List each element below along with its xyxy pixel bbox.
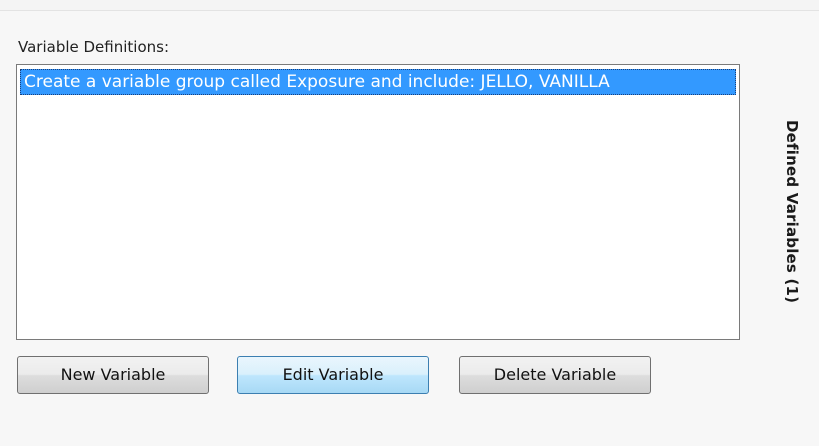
delete-variable-button[interactable]: Delete Variable xyxy=(459,356,651,394)
variable-definitions-listbox[interactable]: Create a variable group called Exposure … xyxy=(16,64,740,340)
defined-variables-tab[interactable]: Defined Variables (1) xyxy=(770,100,819,340)
new-variable-button[interactable]: New Variable xyxy=(17,356,209,394)
top-edge-strip xyxy=(0,0,819,11)
variable-definitions-label: Variable Definitions: xyxy=(18,38,170,56)
defined-variables-tab-label: Defined Variables (1) xyxy=(783,120,801,304)
edit-variable-button[interactable]: Edit Variable xyxy=(237,356,429,394)
list-item[interactable]: Create a variable group called Exposure … xyxy=(20,69,736,95)
